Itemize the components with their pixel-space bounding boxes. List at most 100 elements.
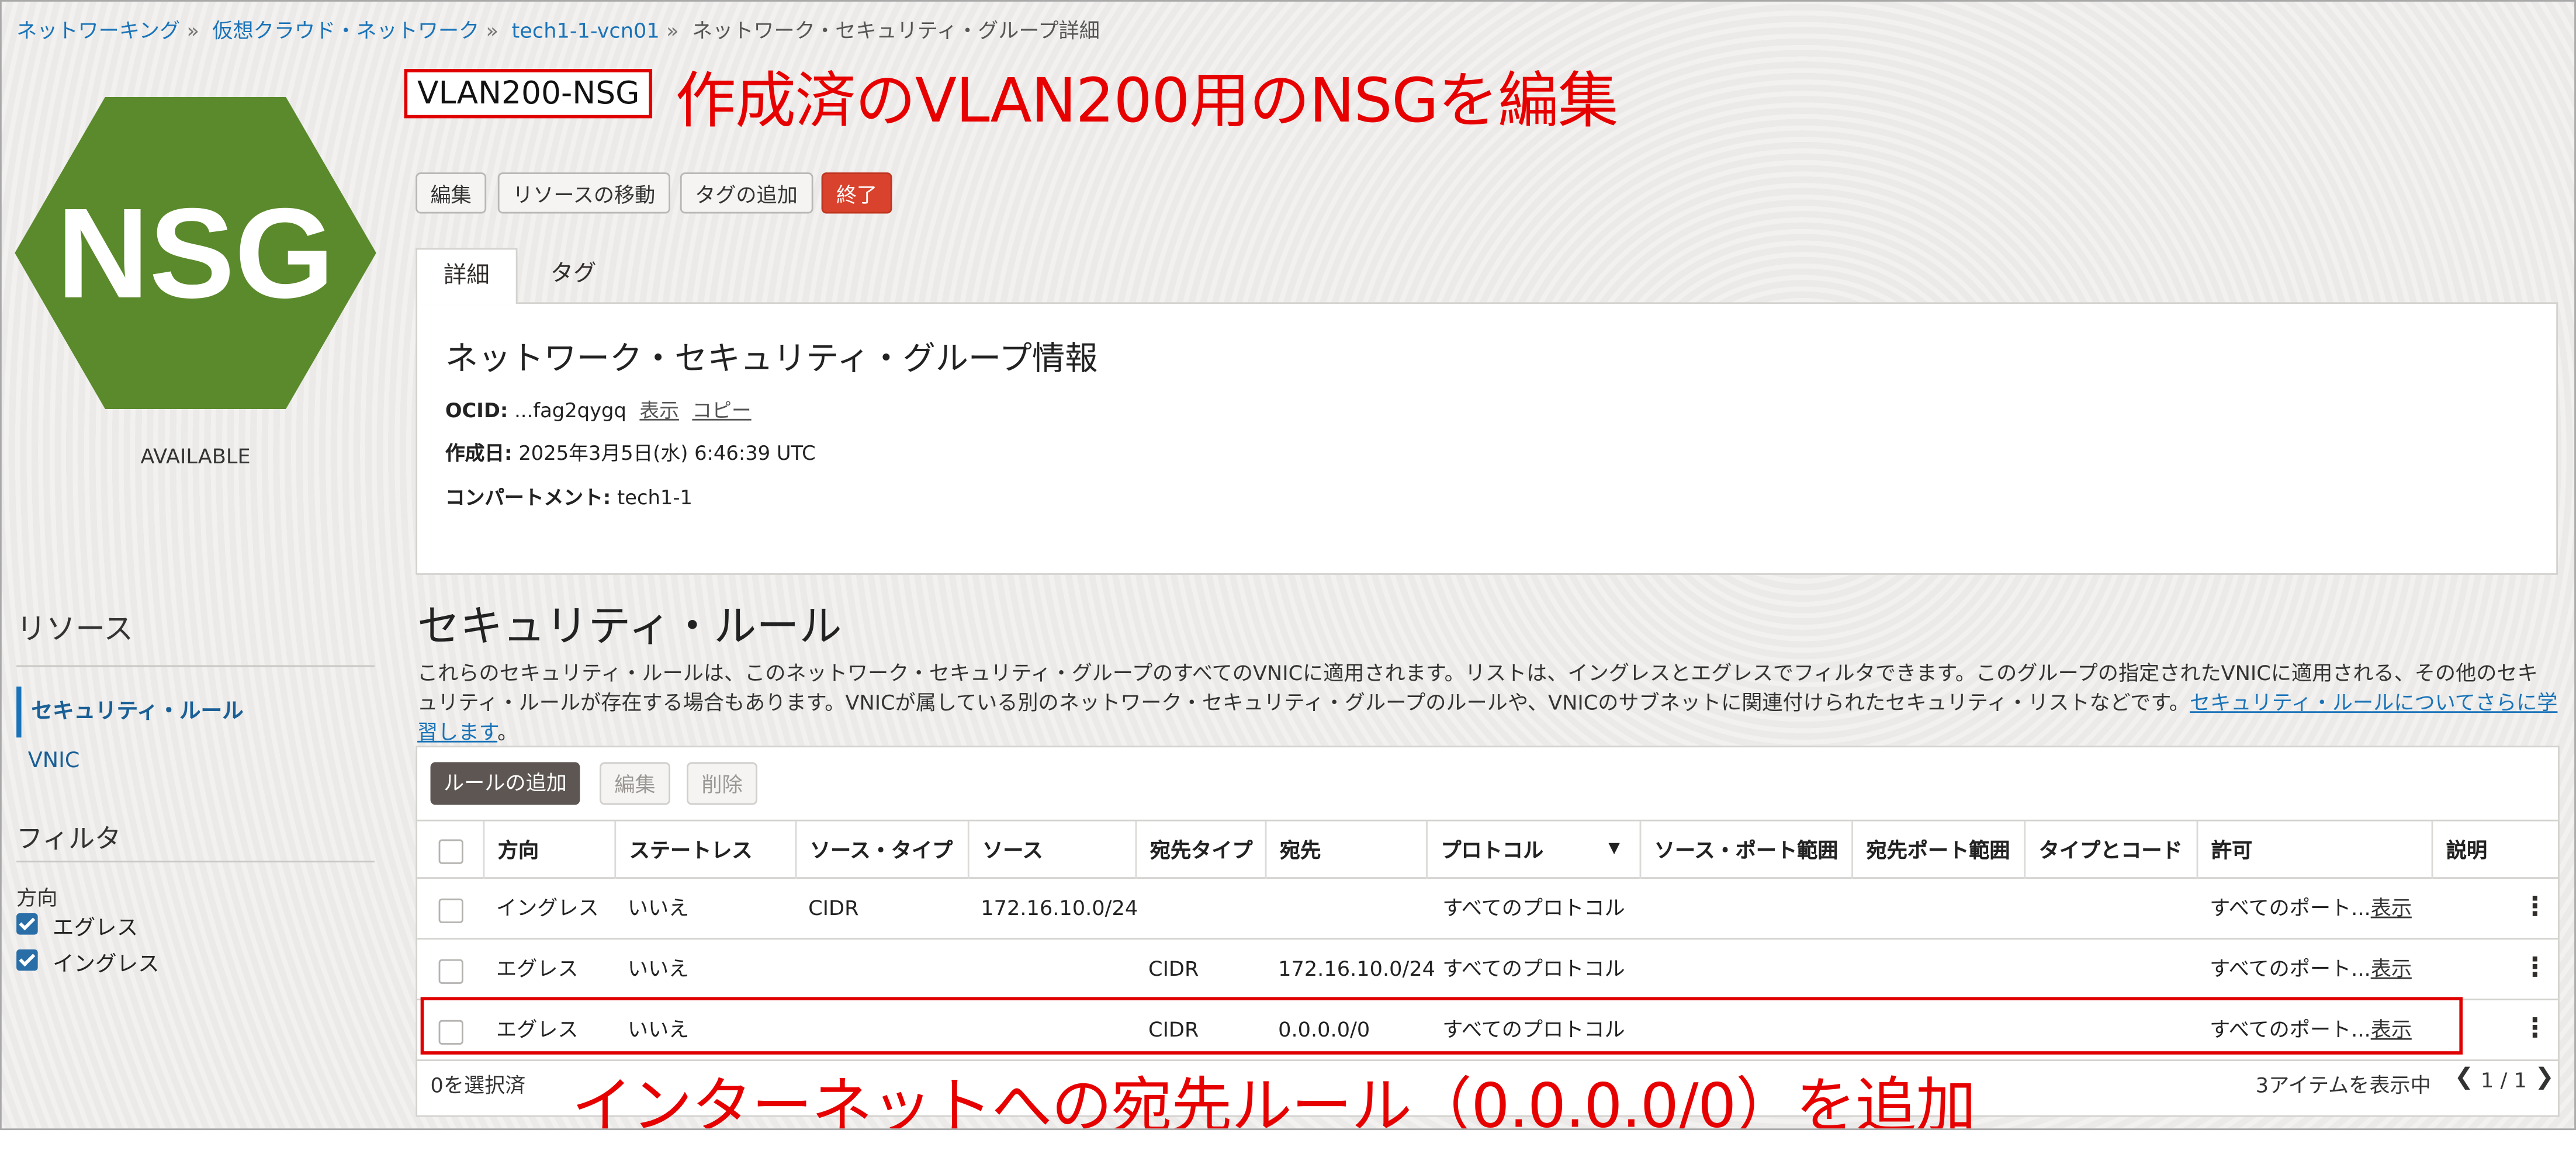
table-row: イングレス いいえ CIDR 172.16.10.0/24 すべてのプロトコル …	[417, 879, 2558, 940]
cell-destination-type	[1135, 879, 1148, 938]
row-checkbox[interactable]	[438, 959, 463, 984]
terminate-button[interactable]: 終了	[821, 172, 892, 214]
cell-source	[968, 940, 981, 999]
cell-stateless: いいえ	[627, 895, 690, 920]
column-source[interactable]: ソース	[967, 821, 1043, 879]
cell-protocol: すべてのプロトコル	[1442, 895, 1625, 920]
row-checkbox[interactable]	[438, 1020, 463, 1045]
column-protocol[interactable]: プロトコル ▼	[1426, 821, 1639, 879]
created-label: 作成日:	[445, 442, 513, 465]
annotation-internet-rule: インターネットへの宛先ルール（0.0.0.0/0）を追加	[572, 1070, 1976, 1131]
allow-text: すべてのポート...	[2210, 956, 2371, 981]
edit-button[interactable]: 編集	[416, 172, 487, 214]
console-page: ネットワーキング» 仮想クラウド・ネットワーク» tech1-1-vcn01» …	[0, 0, 2576, 1131]
sort-down-icon[interactable]: ▼	[1608, 822, 1619, 879]
allow-text: すべてのポート...	[2210, 895, 2371, 920]
cell-stateless: いいえ	[627, 1017, 690, 1042]
allow-show-link[interactable]: 表示	[2371, 956, 2412, 980]
breadcrumb: ネットワーキング» 仮想クラウド・ネットワーク» tech1-1-vcn01» …	[16, 13, 1100, 44]
cell-source	[968, 1000, 981, 1059]
description-period: 。	[497, 719, 518, 744]
allow-show-link[interactable]: 表示	[2371, 895, 2412, 920]
column-direction[interactable]: 方向	[483, 821, 539, 879]
direction-label: 方向	[16, 885, 58, 910]
table-row: エグレス いいえ CIDR 172.16.10.0/24 すべてのプロトコル す…	[417, 940, 2558, 1001]
cell-source-type: CIDR	[808, 895, 859, 920]
cell-protocol: すべてのプロトコル	[1442, 1017, 1625, 1042]
resources-heading: リソース	[16, 612, 134, 647]
sidebar-item-security-rules[interactable]: セキュリティ・ルール	[16, 687, 375, 738]
nsg-hexagon-logo: NSG	[15, 96, 376, 409]
cell-source-type	[795, 940, 808, 999]
column-destination-port-range[interactable]: 宛先ポート範囲	[1851, 821, 2010, 879]
ingress-label: イングレス	[52, 952, 160, 978]
tab-tags[interactable]: タグ	[524, 248, 623, 304]
more-actions-icon[interactable]: ⋮	[2522, 879, 2548, 938]
cell-destination-type: CIDR	[1148, 956, 1199, 981]
egress-checkbox[interactable]	[16, 913, 38, 935]
column-destination[interactable]: 宛先	[1265, 821, 1321, 879]
compartment-label: コンパートメント:	[445, 486, 611, 510]
ocid-copy-link[interactable]: コピー	[692, 399, 751, 422]
cell-direction: エグレス	[496, 956, 579, 981]
security-rules-heading: セキュリティ・ルール	[417, 602, 842, 653]
info-panel: ネットワーク・セキュリティ・グループ情報 OCID: ...fag2qygq 表示…	[416, 302, 2558, 575]
cell-destination	[1265, 879, 1278, 938]
ocid-value: ...fag2qygq	[514, 399, 626, 422]
breadcrumb-vcn-name[interactable]: tech1-1-vcn01	[512, 18, 660, 43]
divider	[16, 665, 375, 667]
cell-source-type	[795, 1000, 808, 1059]
add-tag-button[interactable]: タグの追加	[680, 172, 813, 214]
sidebar-item-vnic[interactable]: VNIC	[28, 749, 80, 774]
cell-direction: エグレス	[496, 1017, 579, 1042]
more-actions-icon[interactable]: ⋮	[2522, 940, 2548, 999]
chevron-right-icon[interactable]: ❯	[2535, 1065, 2554, 1091]
compartment-row: コンパートメント: tech1-1	[445, 483, 693, 511]
breadcrumb-separator: »	[186, 18, 199, 43]
select-all-checkbox[interactable]	[438, 839, 463, 864]
egress-label: エグレス	[52, 916, 139, 941]
column-source-type[interactable]: ソース・タイプ	[795, 821, 953, 879]
column-description[interactable]: 説明	[2431, 821, 2487, 879]
breadcrumb-networking[interactable]: ネットワーキング	[16, 18, 180, 43]
chevron-left-icon[interactable]: ❮	[2454, 1065, 2474, 1091]
column-allow[interactable]: 許可	[2196, 821, 2252, 879]
breadcrumb-separator: »	[666, 18, 679, 43]
cell-direction: イングレス	[496, 895, 599, 920]
move-resource-button[interactable]: リソースの移動	[497, 172, 670, 214]
allow-show-link[interactable]: 表示	[2371, 1017, 2412, 1041]
created-row: 作成日: 2025年3月5日(水) 6:46:39 UTC	[445, 439, 816, 467]
items-shown: 3アイテムを表示中	[2255, 1072, 2431, 1097]
cell-protocol: すべてのプロトコル	[1442, 956, 1625, 981]
ingress-checkbox[interactable]	[16, 949, 38, 971]
allow-text: すべてのポート...	[2210, 1017, 2371, 1042]
delete-rule-button[interactable]: 削除	[687, 762, 758, 805]
edit-rule-button[interactable]: 編集	[600, 762, 671, 805]
add-rule-button[interactable]: ルールの追加	[430, 762, 580, 805]
cell-destination: 0.0.0.0/0	[1278, 1017, 1370, 1042]
row-checkbox[interactable]	[438, 898, 463, 923]
column-source-port-range[interactable]: ソース・ポート範囲	[1639, 821, 1838, 879]
created-value: 2025年3月5日(水) 6:46:39 UTC	[518, 442, 816, 465]
column-destination-type[interactable]: 宛先タイプ	[1135, 821, 1253, 879]
filter-heading: フィルタ	[16, 823, 122, 854]
breadcrumb-current: ネットワーク・セキュリティ・グループ詳細	[691, 18, 1100, 43]
breadcrumb-separator: »	[486, 18, 499, 43]
selected-count: 0を選択済	[430, 1072, 526, 1097]
security-rules-description: これらのセキュリティ・ルールは、このネットワーク・セキュリティ・グループのすべて…	[417, 658, 2558, 747]
more-actions-icon[interactable]: ⋮	[2522, 1000, 2548, 1059]
table-row: エグレス いいえ CIDR 0.0.0.0/0 すべてのプロトコル すべてのポー…	[417, 1000, 2558, 1062]
logo-text: NSG	[57, 182, 334, 325]
breadcrumb-vcn[interactable]: 仮想クラウド・ネットワーク	[212, 18, 479, 43]
pagination-status: 1 / 1	[2480, 1068, 2527, 1093]
column-protocol-label: プロトコル	[1441, 837, 1544, 862]
info-heading: ネットワーク・セキュリティ・グループ情報	[445, 338, 1098, 378]
tab-details[interactable]: 詳細	[416, 248, 518, 304]
cell-stateless: いいえ	[627, 956, 690, 981]
page-title: VLAN200-NSG	[404, 69, 653, 119]
column-stateless[interactable]: ステートレス	[614, 821, 753, 879]
ocid-show-link[interactable]: 表示	[639, 399, 679, 422]
cell-destination-type: CIDR	[1148, 1017, 1199, 1042]
column-type-and-code[interactable]: タイプとコード	[2024, 821, 2183, 879]
cell-allow: すべてのポート...表示	[2197, 879, 2412, 938]
